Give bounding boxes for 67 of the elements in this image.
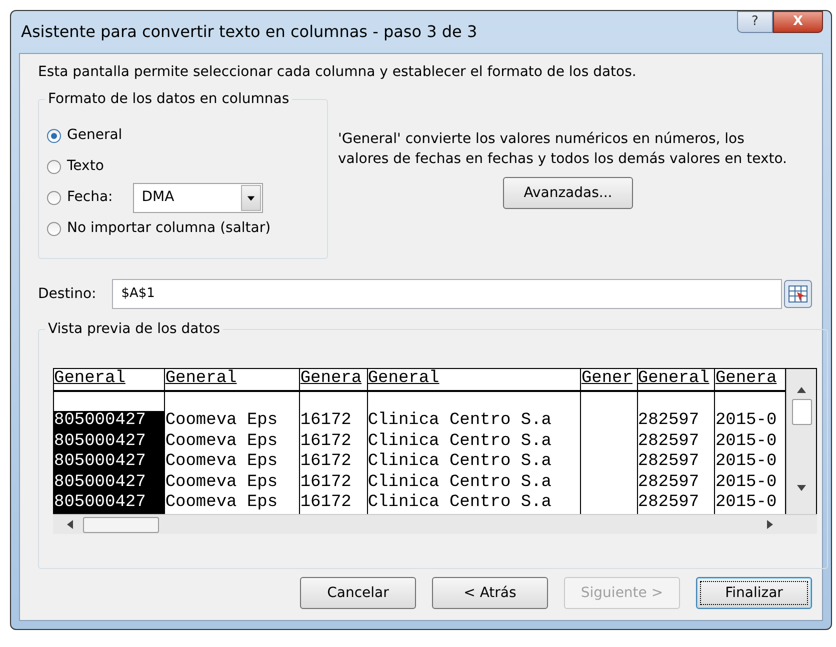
preview-cell: 282597 (638, 493, 700, 512)
preview-cell: 805000427 (54, 432, 146, 451)
preview-cell: 2015-0 (715, 432, 777, 451)
preview-cell: 282597 (638, 472, 700, 492)
scroll-up-icon[interactable] (797, 387, 806, 393)
radio-label[interactable]: Texto (67, 156, 104, 177)
preview-cell: Coomeva Eps (165, 432, 278, 451)
preview-cell: 16172 (300, 472, 352, 492)
column-header[interactable]: Genera (300, 369, 362, 388)
preview-cell: 16172 (300, 432, 352, 451)
column-header[interactable]: General (54, 369, 126, 388)
dialog-button[interactable]: < Atrás (432, 577, 548, 609)
scroll-down-icon[interactable] (797, 485, 806, 491)
date-format-dropdown[interactable]: DMA (132, 182, 263, 212)
help-button[interactable]: ? (737, 11, 773, 33)
destination-field[interactable]: $A$1 (112, 279, 782, 309)
advanced-button[interactable]: Avanzadas... (503, 177, 633, 209)
radio-button[interactable] (47, 222, 61, 236)
radio-button[interactable] (47, 128, 61, 142)
dialog-button[interactable]: Finalizar (696, 577, 812, 609)
column-header[interactable]: General (165, 369, 237, 388)
preview-cell: 805000427 (54, 472, 146, 492)
radio-button[interactable] (47, 160, 61, 174)
instruction-text: Esta pantalla permite seleccionar cada columna y establecer el formato de los datos. (38, 63, 638, 82)
preview-cell: 16172 (300, 452, 352, 472)
column-header[interactable]: Gener (581, 369, 632, 388)
format-explanation: 'General' convierte los valores numéricos en números, los valores de fechas en fechas y todos los demás valores en texto. (337, 130, 788, 169)
preview-cell: 16172 (300, 493, 352, 512)
range-select-icon[interactable] (784, 280, 812, 308)
column-header[interactable]: General (368, 369, 440, 388)
preview-cell: 2015-0 (715, 452, 777, 472)
preview-cell: Coomeva Eps (165, 411, 278, 430)
preview-cell: Coomeva Eps (165, 493, 278, 512)
preview-cell: 2015-0 (715, 472, 777, 492)
column-header[interactable]: Genera (715, 369, 777, 388)
preview-cell: 805000427 (54, 411, 146, 430)
preview-cell: Coomeva Eps (165, 452, 278, 472)
preview-cell: Clinica Centro S.a (368, 472, 552, 492)
radio-label[interactable]: Fecha: (67, 187, 113, 208)
preview-cell: Clinica Centro S.a (368, 452, 552, 472)
preview-cell: 805000427 (54, 493, 146, 512)
scroll-thumb[interactable] (792, 399, 812, 425)
vertical-scrollbar[interactable] (786, 369, 816, 514)
dialog-button[interactable]: Cancelar (300, 577, 416, 609)
group-label: Vista previa de los datos (45, 320, 224, 338)
radio-button[interactable] (47, 190, 61, 204)
preview-cell: 282597 (638, 411, 700, 430)
preview-cell: Clinica Centro S.a (368, 493, 552, 512)
column-header[interactable]: General (638, 369, 710, 388)
preview-cell: Clinica Centro S.a (368, 411, 552, 430)
scroll-left-icon[interactable] (67, 520, 73, 529)
caret-icon[interactable] (240, 184, 261, 210)
preview-cell: 282597 (638, 452, 700, 472)
scroll-thumb[interactable] (83, 516, 159, 532)
preview-cell: 805000427 (54, 452, 146, 472)
preview-cell: 2015-0 (715, 493, 777, 512)
preview-cell: 16172 (300, 411, 352, 430)
preview-cell: 282597 (638, 432, 700, 451)
preview-cell: Clinica Centro S.a (368, 432, 552, 451)
scroll-right-icon[interactable] (767, 520, 773, 529)
destination-label: Destino: (38, 284, 96, 304)
radio-label[interactable]: No importar columna (saltar) (67, 218, 271, 239)
radio-label[interactable]: General (67, 125, 122, 146)
window-title: Asistente para convertir texto en columnas - paso 3 de 3 (20, 21, 478, 43)
horizontal-scrollbar[interactable] (53, 514, 817, 534)
preview-cell: Coomeva Eps (165, 472, 278, 492)
preview-cell: 2015-0 (715, 411, 777, 430)
